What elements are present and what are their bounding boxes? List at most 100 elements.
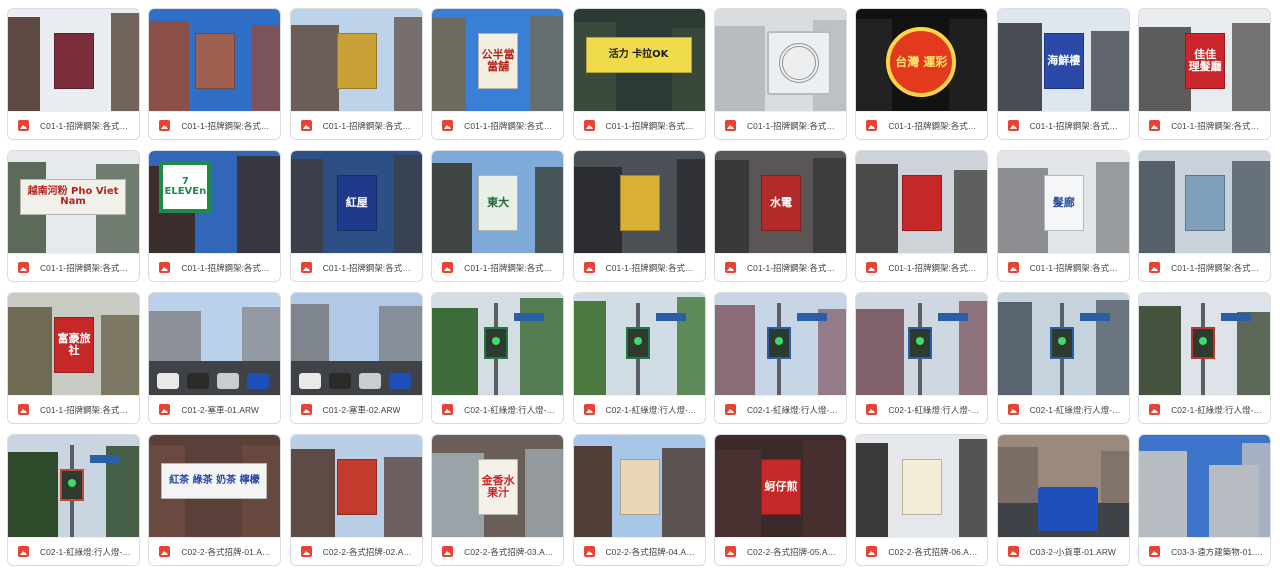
file-card[interactable]: 活力 卡拉OK C01-1-招牌鋼架:各式招牌... — [572, 8, 706, 140]
file-meta[interactable]: C02-1-紅綠燈:行人燈-03.... — [714, 395, 846, 423]
file-card[interactable]: 髮廊 C01-1-招牌鋼架:各式招牌... — [996, 150, 1130, 282]
file-card[interactable]: 蚵仔煎 C02-2-各式招牌-05.ARW — [713, 434, 847, 566]
file-thumbnail[interactable] — [856, 293, 988, 395]
file-card[interactable]: C02-1-紅綠燈:行人燈-05.... — [996, 292, 1130, 424]
file-meta[interactable]: C01-1-招牌鋼架:各式招牌... — [997, 111, 1129, 139]
file-meta[interactable]: C01-1-招牌鋼架:各式招牌... — [8, 111, 139, 139]
file-meta[interactable]: C02-2-各式招牌-02.ARW — [290, 537, 422, 565]
file-thumbnail[interactable] — [1139, 293, 1271, 395]
file-meta[interactable]: C02-1-紅綠燈:行人燈-02.... — [573, 395, 705, 423]
file-card[interactable]: 公半當當舗 C01-1-招牌鋼架:各式招牌... — [431, 8, 565, 140]
file-thumbnail[interactable]: 金香水果汁 — [432, 435, 564, 537]
file-meta[interactable]: C01-1-招牌鋼架:各式招牌... — [573, 253, 705, 281]
file-meta[interactable]: C01-2-塞車-01.ARW — [149, 395, 281, 423]
file-meta[interactable]: C01-1-招牌鋼架:各式招牌... — [8, 253, 139, 281]
file-thumbnail[interactable] — [8, 9, 139, 111]
file-meta[interactable]: C01-1-招牌鋼架:各式招牌... — [8, 395, 139, 423]
file-meta[interactable]: C02-1-紅綠燈:行人燈-05.... — [997, 395, 1129, 423]
file-meta[interactable]: C02-1-紅綠燈:行人燈-01.... — [432, 395, 564, 423]
file-card[interactable]: C02-2-各式招牌-02.ARW — [289, 434, 423, 566]
file-meta[interactable]: C02-1-紅綠燈:行人燈-04.... — [856, 395, 988, 423]
file-card[interactable]: 7 ELEVEn C01-1-招牌鋼架:各式招牌... — [148, 150, 282, 282]
file-thumbnail[interactable] — [432, 293, 564, 395]
file-meta[interactable]: C01-1-招牌鋼架:各式招牌... — [997, 253, 1129, 281]
file-thumbnail[interactable] — [573, 435, 705, 537]
file-card[interactable]: 海鮮樓 C01-1-招牌鋼架:各式招牌... — [996, 8, 1130, 140]
file-card[interactable]: C01-1-招牌鋼架:各式招牌... — [289, 8, 423, 140]
file-meta[interactable]: C03-3-遠方建築物-01.ARW — [1139, 537, 1271, 565]
file-meta[interactable]: C01-1-招牌鋼架:各式招牌... — [714, 253, 846, 281]
file-card[interactable]: C01-1-招牌鋼架:各式招牌... — [1138, 150, 1272, 282]
file-card[interactable]: 紅屋 C01-1-招牌鋼架:各式招牌... — [289, 150, 423, 282]
file-card[interactable]: C01-1-招牌鋼架:各式招牌... — [7, 8, 140, 140]
file-card[interactable]: 台灣 運彩 C01-1-招牌鋼架:各式招牌... — [855, 8, 989, 140]
file-thumbnail[interactable] — [149, 293, 281, 395]
file-thumbnail[interactable]: 蚵仔煎 — [714, 435, 846, 537]
file-thumbnail[interactable] — [149, 9, 281, 111]
file-card[interactable]: 富豪旅社 C01-1-招牌鋼架:各式招牌... — [7, 292, 140, 424]
file-meta[interactable]: C03-2-小貨車-01.ARW — [997, 537, 1129, 565]
file-meta[interactable]: C01-1-招牌鋼架:各式招牌... — [432, 111, 564, 139]
file-thumbnail[interactable] — [1139, 151, 1271, 253]
file-thumbnail[interactable]: 越南河粉 Pho Viet Nam — [8, 151, 139, 253]
file-thumbnail[interactable] — [1139, 435, 1271, 537]
file-card[interactable]: C02-1-紅綠燈:行人燈-02.... — [572, 292, 706, 424]
file-meta[interactable]: C01-2-塞車-02.ARW — [290, 395, 422, 423]
file-thumbnail[interactable] — [714, 9, 846, 111]
file-meta[interactable]: C01-1-招牌鋼架:各式招牌... — [573, 111, 705, 139]
file-card[interactable]: C02-1-紅綠燈:行人燈-03.... — [713, 292, 847, 424]
file-thumbnail[interactable] — [290, 435, 422, 537]
file-meta[interactable]: C02-2-各式招牌-03.ARW — [432, 537, 564, 565]
file-meta[interactable]: C01-1-招牌鋼架:各式招牌... — [149, 111, 281, 139]
file-thumbnail[interactable] — [573, 151, 705, 253]
file-meta[interactable]: C01-1-招牌鋼架:各式招牌... — [856, 111, 988, 139]
file-card[interactable]: 佳佳 理髮廳 C01-1-招牌鋼架:各式招牌... — [1138, 8, 1272, 140]
file-thumbnail[interactable]: 活力 卡拉OK — [573, 9, 705, 111]
file-thumbnail[interactable]: 台灣 運彩 — [856, 9, 988, 111]
file-card[interactable]: 水電 C01-1-招牌鋼架:各式招牌... — [713, 150, 847, 282]
file-card[interactable]: C02-1-紅綠燈:行人燈-07.... — [7, 434, 140, 566]
file-thumbnail[interactable]: 富豪旅社 — [8, 293, 139, 395]
file-thumbnail[interactable]: 海鮮樓 — [997, 9, 1129, 111]
file-thumbnail[interactable]: 佳佳 理髮廳 — [1139, 9, 1271, 111]
file-card[interactable]: C03-3-遠方建築物-01.ARW — [1138, 434, 1272, 566]
file-thumbnail[interactable] — [856, 435, 988, 537]
file-card[interactable]: 東大 C01-1-招牌鋼架:各式招牌... — [431, 150, 565, 282]
file-thumbnail[interactable] — [856, 151, 988, 253]
file-thumbnail[interactable] — [997, 435, 1129, 537]
file-meta[interactable]: C01-1-招牌鋼架:各式招牌... — [1139, 111, 1271, 139]
file-card[interactable]: C02-2-各式招牌-04.ARW — [572, 434, 706, 566]
file-card[interactable]: C01-1-招牌鋼架:各式招牌... — [713, 8, 847, 140]
file-thumbnail[interactable] — [714, 293, 846, 395]
file-thumbnail[interactable] — [8, 435, 139, 537]
file-meta[interactable]: C02-2-各式招牌-05.ARW — [714, 537, 846, 565]
file-card[interactable]: C02-2-各式招牌-06.ARW — [855, 434, 989, 566]
file-thumbnail[interactable] — [290, 9, 422, 111]
file-meta[interactable]: C01-1-招牌鋼架:各式招牌... — [714, 111, 846, 139]
file-thumbnail[interactable]: 紅茶 綠茶 奶茶 檸檬 — [149, 435, 281, 537]
file-meta[interactable]: C02-1-紅綠燈:行人燈-07.... — [8, 537, 139, 565]
file-meta[interactable]: C02-2-各式招牌-06.ARW — [856, 537, 988, 565]
file-meta[interactable]: C02-2-各式招牌-01.ARW — [149, 537, 281, 565]
file-meta[interactable]: C02-2-各式招牌-04.ARW — [573, 537, 705, 565]
file-card[interactable]: C01-2-塞車-01.ARW — [148, 292, 282, 424]
file-thumbnail[interactable]: 水電 — [714, 151, 846, 253]
file-card[interactable]: C02-1-紅綠燈:行人燈-04.... — [855, 292, 989, 424]
file-card[interactable]: C01-1-招牌鋼架:各式招牌... — [855, 150, 989, 282]
file-card[interactable]: C02-1-紅綠燈:行人燈-06.... — [1138, 292, 1272, 424]
file-meta[interactable]: C01-1-招牌鋼架:各式招牌... — [856, 253, 988, 281]
file-card[interactable]: C01-2-塞車-02.ARW — [289, 292, 423, 424]
file-card[interactable]: 越南河粉 Pho Viet Nam C01-1-招牌鋼架:各式招牌... — [7, 150, 140, 282]
file-meta[interactable]: C01-1-招牌鋼架:各式招牌... — [290, 111, 422, 139]
file-thumbnail[interactable] — [290, 293, 422, 395]
file-thumbnail[interactable]: 髮廊 — [997, 151, 1129, 253]
file-card[interactable]: 金香水果汁 C02-2-各式招牌-03.ARW — [431, 434, 565, 566]
file-thumbnail[interactable] — [997, 293, 1129, 395]
file-meta[interactable]: C01-1-招牌鋼架:各式招牌... — [149, 253, 281, 281]
file-card[interactable]: C01-1-招牌鋼架:各式招牌... — [572, 150, 706, 282]
file-thumbnail[interactable] — [573, 293, 705, 395]
file-meta[interactable]: C01-1-招牌鋼架:各式招牌... — [1139, 253, 1271, 281]
file-thumbnail[interactable]: 公半當當舗 — [432, 9, 564, 111]
file-meta[interactable]: C01-1-招牌鋼架:各式招牌... — [432, 253, 564, 281]
file-meta[interactable]: C01-1-招牌鋼架:各式招牌... — [290, 253, 422, 281]
